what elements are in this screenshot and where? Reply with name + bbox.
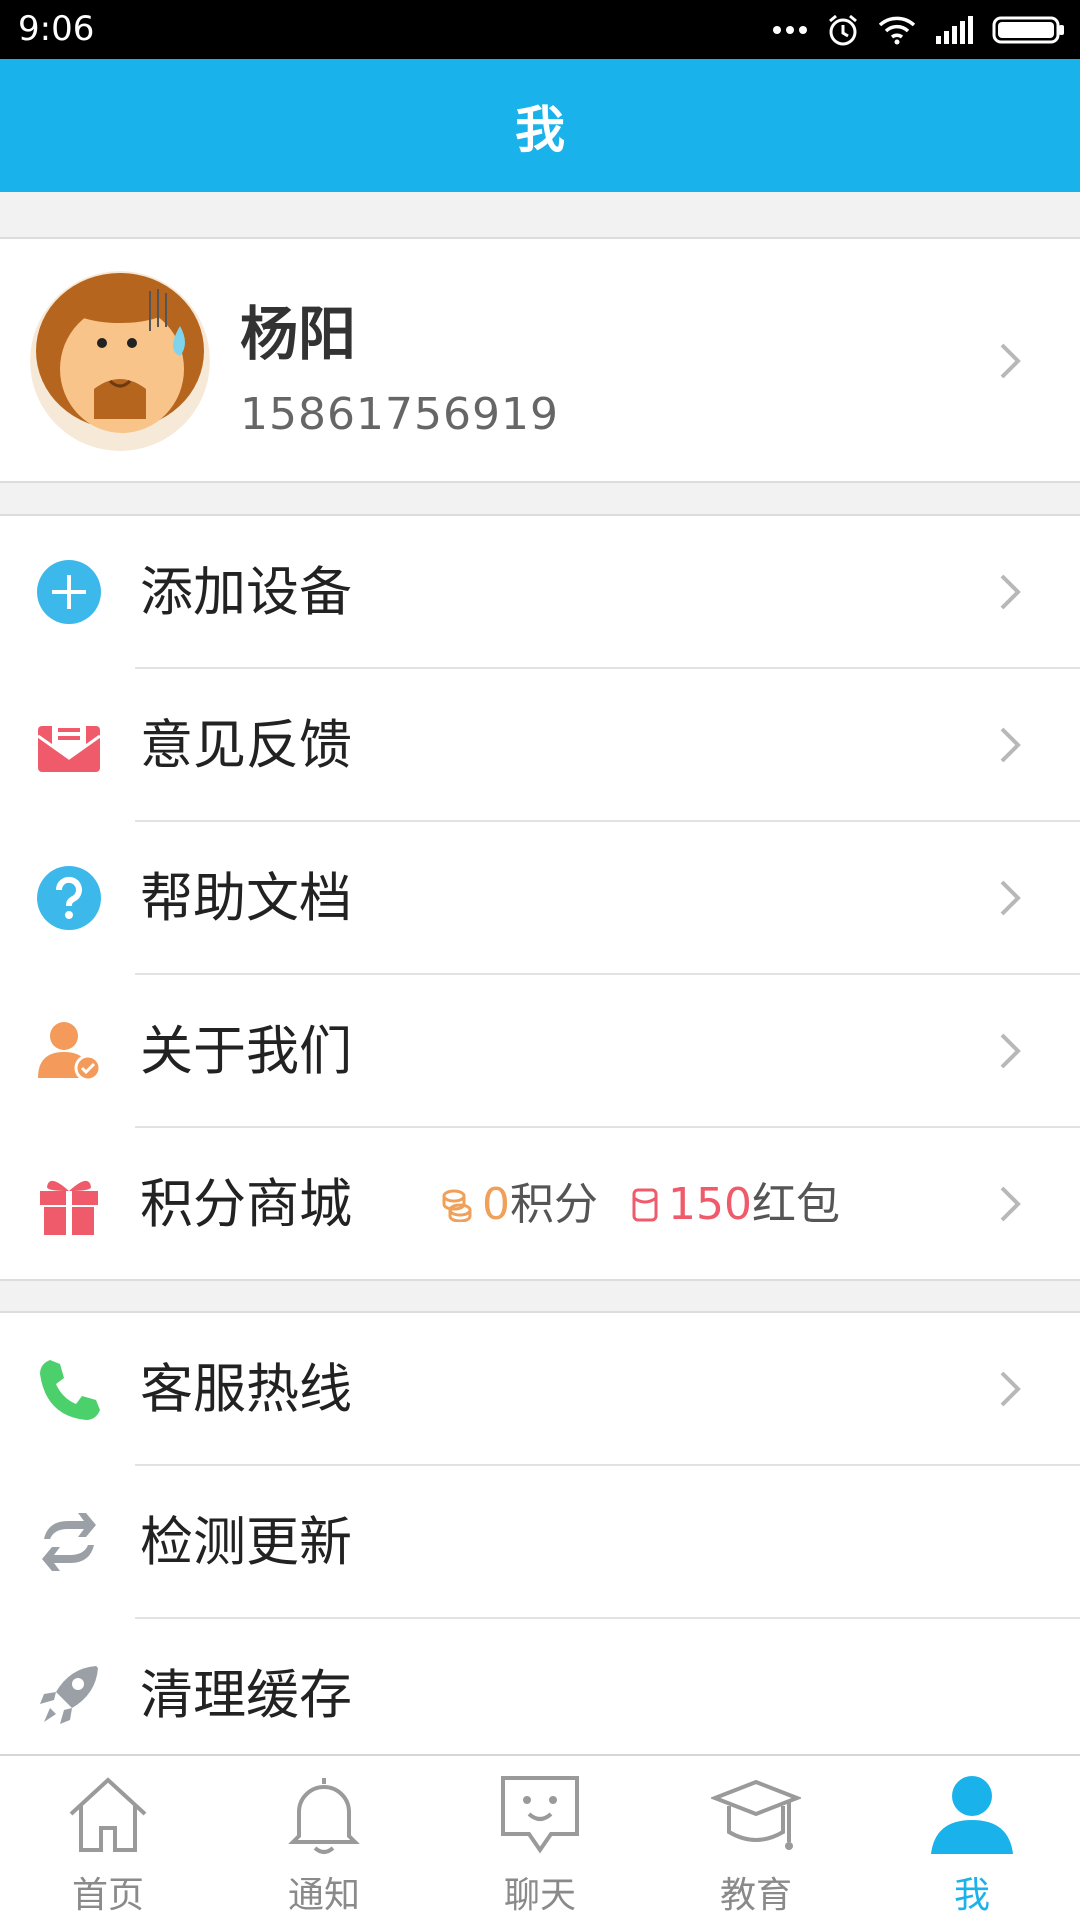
alarm-icon — [829, 14, 857, 46]
nav-home[interactable]: 首页 — [0, 1756, 216, 1920]
bell-icon — [288, 1778, 360, 1854]
menu-points-mall[interactable]: 积分商城 0积分 150红包 — [0, 1128, 1080, 1281]
profile-icon — [931, 1776, 1013, 1854]
wifi-icon — [878, 16, 916, 45]
gift-icon — [40, 1180, 98, 1235]
nav-label: 我 — [953, 1875, 990, 1916]
menu-label: 关于我们 — [140, 1021, 352, 1082]
add-icon — [37, 560, 101, 624]
chevron-right-icon — [1000, 1371, 1021, 1407]
menu-customer-hotline[interactable]: 客服热线 — [0, 1313, 1080, 1466]
menu-label: 清理缓存 — [140, 1665, 352, 1726]
header: 我 — [0, 59, 1080, 192]
menu-label: 客服热线 — [140, 1359, 352, 1420]
nav-label: 教育 — [719, 1875, 792, 1916]
nav-me[interactable]: 我 — [864, 1756, 1080, 1920]
more-dots-icon — [773, 26, 807, 34]
points-summary: 0积分 150红包 — [440, 1128, 840, 1281]
status-bar: 9:06 — [0, 0, 1080, 59]
nav-label: 聊天 — [503, 1875, 576, 1916]
menu-add-device[interactable]: 添加设备 — [0, 516, 1080, 669]
nav-label: 首页 — [71, 1875, 144, 1916]
nav-chat[interactable]: 聊天 — [432, 1756, 648, 1920]
menu-label: 检测更新 — [140, 1512, 352, 1573]
profile-card[interactable]: 杨阳 15861756919 — [0, 237, 1080, 483]
avatar[interactable] — [30, 271, 210, 451]
status-icons — [772, 10, 1066, 50]
menu-group-1: 添加设备 意见反馈 帮助文档 关于我们 积分商城 0积分 150红包 — [0, 514, 1080, 1281]
graduation-cap-icon — [711, 1779, 801, 1850]
chevron-right-icon — [1000, 574, 1021, 610]
redpacket-unit: 红包 — [751, 1179, 840, 1230]
page-title: 我 — [515, 100, 565, 159]
home-icon — [69, 1777, 147, 1852]
menu-check-update[interactable]: 检测更新 — [0, 1466, 1080, 1619]
bottom-nav: 首页 通知 聊天 教育 我 — [0, 1754, 1080, 1920]
redpacket-value: 150 — [668, 1179, 752, 1230]
profile-name: 杨阳 — [240, 300, 357, 368]
chevron-right-icon — [1000, 1186, 1021, 1222]
points-unit: 积分 — [510, 1179, 598, 1230]
menu-group-2: 客服热线 检测更新 清理缓存 — [0, 1311, 1080, 1761]
user-check-icon — [38, 1022, 102, 1082]
menu-feedback[interactable]: 意见反馈 — [0, 669, 1080, 822]
menu-label: 帮助文档 — [140, 868, 352, 929]
mail-icon — [37, 718, 101, 772]
coins-icon — [442, 1189, 472, 1222]
rocket-icon — [40, 1666, 98, 1724]
chat-icon — [501, 1776, 579, 1854]
menu-about[interactable]: 关于我们 — [0, 975, 1080, 1128]
chevron-right-icon — [1000, 343, 1021, 379]
points-value: 0 — [482, 1179, 510, 1230]
menu-clear-cache[interactable]: 清理缓存 — [0, 1619, 1080, 1772]
refresh-icon — [42, 1513, 96, 1571]
nav-notifications[interactable]: 通知 — [216, 1756, 432, 1920]
chevron-right-icon — [1000, 727, 1021, 763]
profile-phone: 15861756919 — [240, 389, 559, 440]
help-icon — [37, 866, 101, 930]
chevron-right-icon — [1000, 1033, 1021, 1069]
menu-label: 积分商城 — [140, 1174, 352, 1235]
signal-icon — [936, 16, 973, 44]
chevron-right-icon — [1000, 880, 1021, 916]
menu-help[interactable]: 帮助文档 — [0, 822, 1080, 975]
battery-icon — [992, 16, 1064, 44]
menu-label: 添加设备 — [140, 562, 352, 623]
nav-label: 通知 — [287, 1875, 360, 1916]
menu-label: 意见反馈 — [140, 715, 352, 776]
status-time: 9:06 — [18, 9, 95, 49]
nav-education[interactable]: 教育 — [648, 1756, 864, 1920]
phone-icon — [40, 1360, 100, 1420]
red-packet-icon — [632, 1188, 658, 1221]
